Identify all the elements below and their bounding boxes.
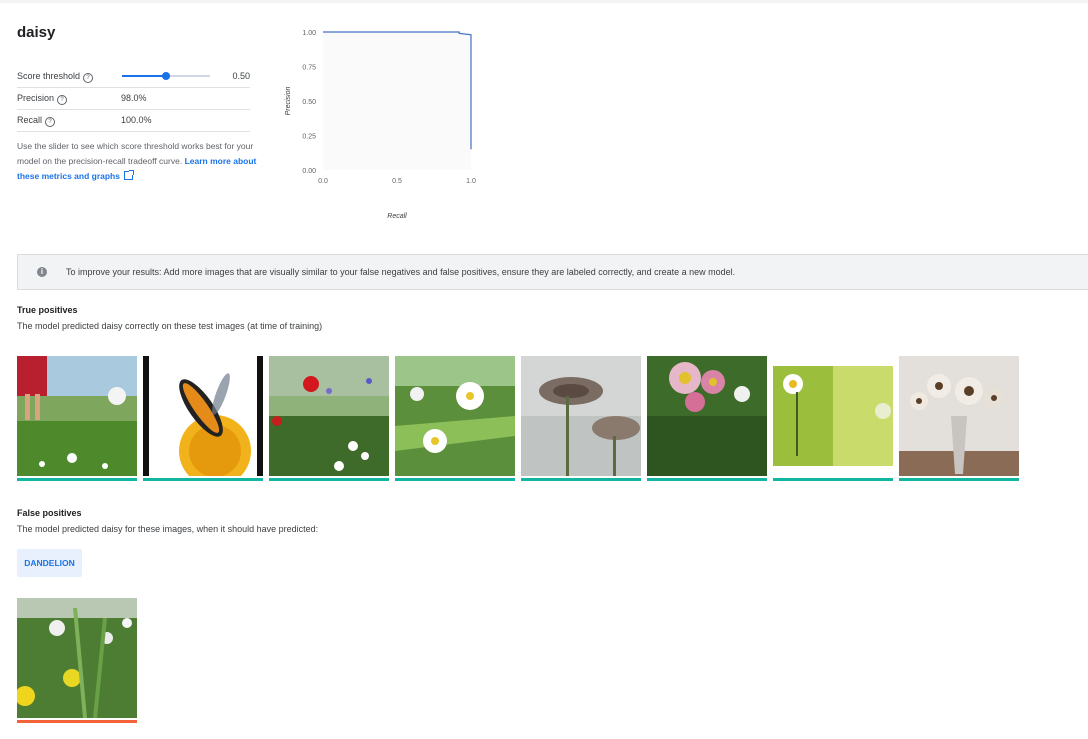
photo-daisies-backlit: [521, 356, 641, 476]
false-positives-subtitle: The model predicted daisy for these imag…: [17, 524, 319, 534]
precision-label-wrap: Precision?: [17, 93, 68, 105]
true-positive-indicator: [395, 478, 515, 481]
precision-row: Precision? 98.0%: [17, 87, 250, 110]
true-positive-indicator: [773, 478, 893, 481]
true-positive-indicator: [269, 478, 389, 481]
recall-value: 100.0%: [121, 115, 152, 125]
y-axis-label: Precision: [285, 87, 292, 116]
photo-wildflowers-poppy: [269, 356, 389, 476]
true-positive-image[interactable]: [521, 356, 641, 476]
recall-label-wrap: Recall?: [17, 115, 56, 127]
true-positive-indicator: [647, 478, 767, 481]
true-positive-indicator: [17, 478, 137, 481]
score-threshold-slider[interactable]: [122, 72, 210, 80]
recall-row: Recall? 100.0%: [17, 109, 250, 132]
y-tick-label: 0.00: [302, 168, 316, 175]
info-banner: i To improve your results: Add more imag…: [17, 254, 1088, 290]
x-tick-labels: 0.0 0.5 1.0: [318, 178, 476, 185]
y-tick-label: 1.00: [302, 30, 316, 37]
true-positive-image[interactable]: [143, 356, 263, 476]
plot-area: [323, 32, 471, 170]
true-positives-title: True positives: [17, 305, 78, 315]
photo-hoverfly-daisy: [143, 356, 263, 476]
precision-recall-chart: 1.00 0.75 0.50 0.25 0.00 0.0 0.5 1.0 Precision…: [285, 30, 476, 220]
true-positive-image[interactable]: [899, 356, 1019, 476]
y-tick-labels: 1.00 0.75 0.50 0.25 0.00: [302, 30, 316, 175]
true-positive-indicator: [899, 478, 1019, 481]
x-tick-label: 0.5: [392, 178, 402, 185]
true-positive-image[interactable]: [647, 356, 767, 476]
info-icon: i: [37, 267, 47, 277]
top-border: [0, 0, 1088, 3]
score-threshold-label-wrap: Score threshold?: [17, 71, 94, 83]
true-positive-image[interactable]: [395, 356, 515, 476]
photo-meadow-red-dress: [17, 356, 137, 476]
false-positive-image[interactable]: [17, 598, 137, 718]
x-axis-label: Recall: [387, 213, 407, 220]
photo-daisies-grass: [395, 356, 515, 476]
help-icon[interactable]: ?: [57, 95, 68, 105]
slider-help-text: Use the slider to see which score thresh…: [17, 139, 262, 184]
x-tick-label: 0.0: [318, 178, 328, 185]
info-banner-text: To improve your results: Add more images…: [66, 267, 736, 277]
help-icon[interactable]: ?: [83, 73, 94, 83]
photo-pink-daisies: [647, 356, 767, 476]
external-link-icon: [123, 170, 134, 180]
true-positive-image[interactable]: [269, 356, 389, 476]
slider-fill: [122, 75, 166, 77]
precision-value: 98.0%: [121, 93, 147, 103]
true-positive-image[interactable]: [773, 356, 893, 476]
false-positive-indicator: [17, 720, 137, 723]
y-tick-label: 0.75: [302, 65, 316, 72]
score-threshold-label: Score threshold: [17, 71, 81, 81]
x-tick-label: 1.0: [466, 178, 476, 185]
true-positive-image[interactable]: [17, 356, 137, 476]
true-positive-indicator: [521, 478, 641, 481]
help-icon[interactable]: ?: [45, 117, 56, 127]
precision-label: Precision: [17, 93, 55, 103]
y-tick-label: 0.25: [302, 134, 316, 141]
true-positive-indicator: [143, 478, 263, 481]
false-positives-title: False positives: [17, 508, 82, 518]
photo-single-daisy-blur: [773, 356, 893, 476]
photo-daisy-vase: [899, 356, 1019, 476]
slider-thumb[interactable]: [162, 72, 170, 80]
score-threshold-value: 0.50: [232, 71, 250, 81]
y-tick-label: 0.50: [302, 99, 316, 106]
recall-label: Recall: [17, 115, 43, 125]
page-title: daisy: [17, 24, 56, 41]
photo-dandelion-grass: [17, 598, 137, 718]
score-threshold-row: Score threshold? 0.50: [17, 65, 250, 88]
label-chip-dandelion[interactable]: DANDELION: [17, 549, 82, 577]
true-positives-subtitle: The model predicted daisy correctly on t…: [17, 321, 323, 331]
